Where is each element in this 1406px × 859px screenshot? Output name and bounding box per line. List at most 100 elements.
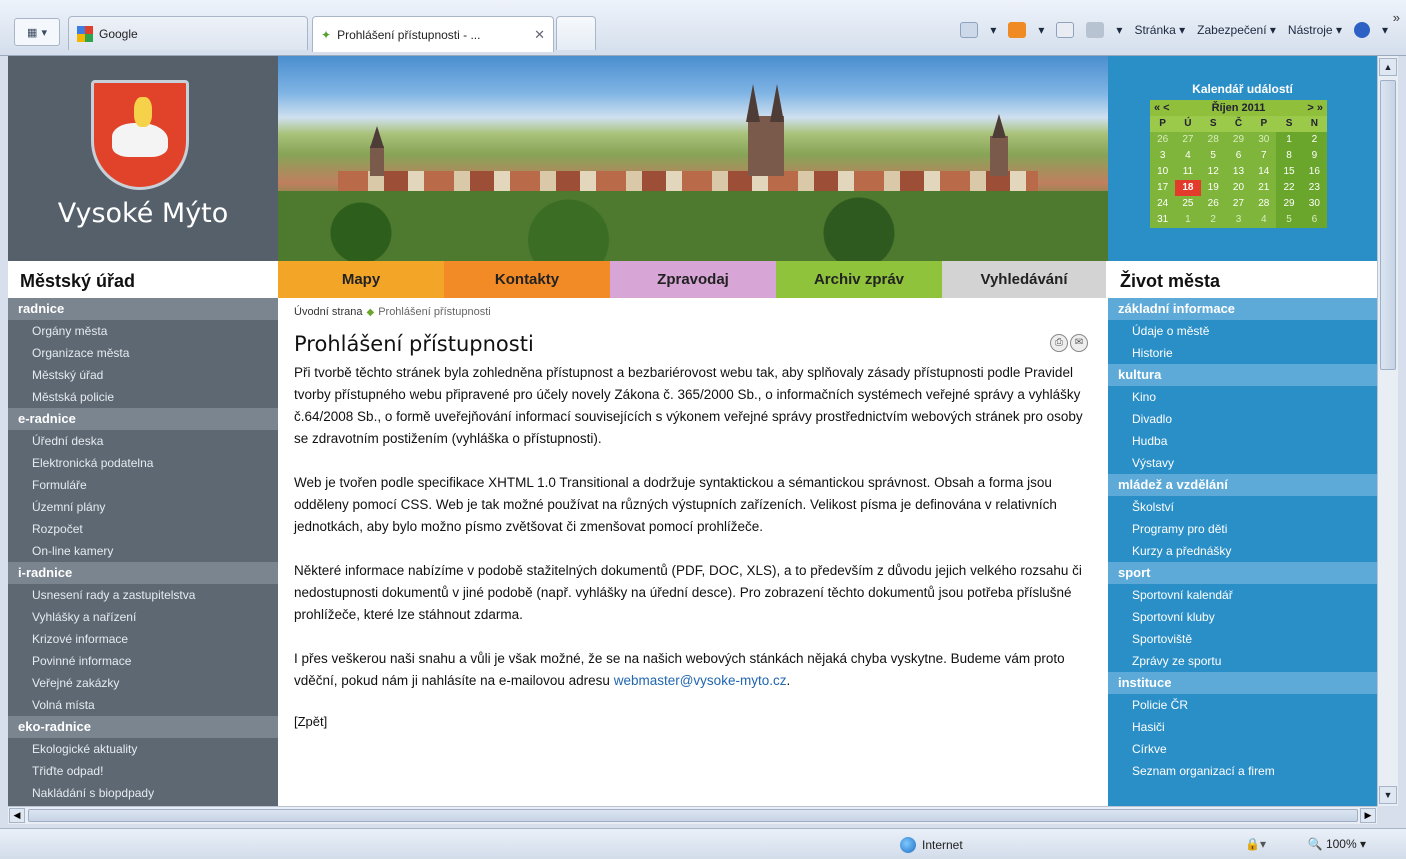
calendar-day[interactable]: 26 bbox=[1200, 196, 1226, 212]
calendar-day[interactable]: 26 bbox=[1150, 132, 1176, 148]
calendar-day[interactable]: 2 bbox=[1200, 212, 1226, 228]
menu-item[interactable]: Zprávy ze sportu bbox=[1108, 650, 1377, 672]
calendar-day[interactable]: 14 bbox=[1251, 164, 1277, 180]
scroll-right-icon[interactable]: ▶ bbox=[1360, 808, 1376, 823]
security-zone[interactable]: Internet bbox=[900, 837, 963, 853]
nav-item[interactable]: Mapy bbox=[278, 261, 444, 298]
calendar-day[interactable]: 27 bbox=[1175, 132, 1201, 148]
menu-item[interactable]: Programy pro děti bbox=[1108, 518, 1377, 540]
quick-tabs-button[interactable]: ▦ ▾ bbox=[14, 18, 60, 46]
menu-heading[interactable]: mládež a vzdělání bbox=[1108, 474, 1377, 496]
menu-heading[interactable]: instituce bbox=[1108, 672, 1377, 694]
menu-item[interactable]: Elektronická podatelna bbox=[8, 452, 278, 474]
calendar-day[interactable]: 30 bbox=[1251, 132, 1277, 148]
calendar-day[interactable]: 21 bbox=[1251, 180, 1277, 196]
calendar-day[interactable]: 22 bbox=[1276, 180, 1302, 196]
menu-heading[interactable]: základní informace bbox=[1108, 298, 1377, 320]
zoom-level[interactable]: 🔍 100% ▾ bbox=[1308, 837, 1366, 851]
menu-item[interactable]: Historie bbox=[1108, 342, 1377, 364]
vertical-scrollbar[interactable]: ▲ ▼ bbox=[1377, 56, 1398, 806]
back-link[interactable]: [Zpět] bbox=[294, 714, 1092, 729]
tools-menu[interactable]: Nástroje ▾ bbox=[1288, 23, 1342, 37]
chevron-down-icon[interactable]: ▾ bbox=[1038, 23, 1044, 37]
nav-item[interactable]: Vyhledávání bbox=[942, 261, 1106, 298]
chevron-down-icon[interactable]: ▾ bbox=[990, 23, 996, 37]
menu-heading[interactable]: i-radnice bbox=[8, 562, 278, 584]
menu-item[interactable]: Výstavy bbox=[1108, 452, 1377, 474]
menu-item[interactable]: Policie ČR bbox=[1108, 694, 1377, 716]
more-commands-icon[interactable]: » bbox=[1393, 10, 1400, 25]
email-icon[interactable]: ✉ bbox=[1070, 334, 1088, 352]
menu-item[interactable]: Volná místa bbox=[8, 694, 278, 716]
menu-item[interactable]: Kino bbox=[1108, 386, 1377, 408]
scroll-down-icon[interactable]: ▼ bbox=[1379, 786, 1397, 804]
feeds-icon[interactable] bbox=[1008, 22, 1027, 38]
calendar-day[interactable]: 3 bbox=[1225, 212, 1252, 228]
calendar-day[interactable]: 27 bbox=[1225, 196, 1252, 212]
chevron-down-icon[interactable]: ▾ bbox=[1116, 23, 1122, 37]
menu-heading[interactable]: eko-radnice bbox=[8, 716, 278, 738]
menu-item[interactable]: Městský úřad bbox=[8, 364, 278, 386]
menu-item[interactable]: Seznam organizací a firem bbox=[1108, 760, 1377, 782]
menu-heading[interactable]: sport bbox=[1108, 562, 1377, 584]
menu-item[interactable]: Školství bbox=[1108, 496, 1377, 518]
calendar-next[interactable]: > » bbox=[1307, 102, 1323, 114]
nav-item[interactable]: Zpravodaj bbox=[610, 261, 776, 298]
menu-item[interactable]: Povinné informace bbox=[8, 650, 278, 672]
scroll-thumb[interactable] bbox=[28, 809, 1358, 822]
menu-item[interactable]: Údaje o městě bbox=[1108, 320, 1377, 342]
nav-item[interactable]: Archiv zpráv bbox=[776, 261, 942, 298]
home-icon[interactable] bbox=[960, 22, 979, 38]
print-icon[interactable] bbox=[1086, 22, 1105, 38]
menu-item[interactable]: Divadlo bbox=[1108, 408, 1377, 430]
protected-mode-icon[interactable]: 🔒▾ bbox=[1245, 837, 1266, 851]
calendar-day[interactable]: 1 bbox=[1276, 132, 1302, 148]
breadcrumb-home[interactable]: Úvodní strana bbox=[294, 306, 362, 318]
scroll-up-icon[interactable]: ▲ bbox=[1379, 58, 1397, 76]
calendar-day[interactable]: 13 bbox=[1225, 164, 1252, 180]
calendar-day[interactable]: 10 bbox=[1150, 164, 1176, 180]
calendar-day[interactable]: 30 bbox=[1301, 196, 1327, 212]
calendar-day[interactable]: 5 bbox=[1276, 212, 1302, 228]
calendar-day[interactable]: 16 bbox=[1301, 164, 1327, 180]
horizontal-scrollbar[interactable]: ◀ ▶ bbox=[8, 806, 1377, 824]
menu-item[interactable]: On-line kamery bbox=[8, 540, 278, 562]
menu-item[interactable]: Územní plány bbox=[8, 496, 278, 518]
menu-item[interactable]: Městská policie bbox=[8, 386, 278, 408]
calendar-day[interactable]: 4 bbox=[1251, 212, 1277, 228]
menu-item[interactable]: Hasiči bbox=[1108, 716, 1377, 738]
calendar-day[interactable]: 15 bbox=[1276, 164, 1302, 180]
calendar-day[interactable]: 28 bbox=[1200, 132, 1226, 148]
site-logo[interactable]: Vysoké Mýto bbox=[8, 56, 278, 261]
menu-item[interactable]: Hudba bbox=[1108, 430, 1377, 452]
tab-active[interactable]: ✦ Prohlášení přístupnosti - ... ✕ bbox=[312, 16, 554, 52]
scroll-left-icon[interactable]: ◀ bbox=[9, 808, 25, 823]
tab-google[interactable]: Google bbox=[68, 16, 308, 50]
menu-item[interactable]: Sportovní kluby bbox=[1108, 606, 1377, 628]
email-link[interactable]: webmaster@vysoke-myto.cz bbox=[614, 673, 787, 688]
calendar-day[interactable]: 5 bbox=[1200, 148, 1226, 164]
calendar-day[interactable]: 2 bbox=[1301, 132, 1327, 148]
menu-item[interactable]: Ekologické aktuality bbox=[8, 738, 278, 760]
menu-item[interactable]: Třiďte odpad! bbox=[8, 760, 278, 782]
calendar-day[interactable]: 23 bbox=[1301, 180, 1327, 196]
menu-item[interactable]: Formuláře bbox=[8, 474, 278, 496]
menu-heading[interactable]: radnice bbox=[8, 298, 278, 320]
menu-item[interactable]: Sportovní kalendář bbox=[1108, 584, 1377, 606]
menu-item[interactable]: Úřední deska bbox=[8, 430, 278, 452]
calendar-day[interactable]: 25 bbox=[1175, 196, 1201, 212]
mail-icon[interactable] bbox=[1056, 22, 1075, 38]
nav-item[interactable]: Kontakty bbox=[444, 261, 610, 298]
calendar-day[interactable]: 28 bbox=[1251, 196, 1277, 212]
menu-item[interactable]: Kurzy a přednášky bbox=[1108, 540, 1377, 562]
menu-item[interactable]: Vyhlášky a nařízení bbox=[8, 606, 278, 628]
menu-item[interactable]: Rozpočet bbox=[8, 518, 278, 540]
menu-item[interactable]: Sportoviště bbox=[1108, 628, 1377, 650]
security-menu[interactable]: Zabezpečení ▾ bbox=[1197, 23, 1276, 37]
close-tab-icon[interactable]: ✕ bbox=[534, 27, 545, 43]
calendar-day[interactable]: 6 bbox=[1225, 148, 1252, 164]
page-menu[interactable]: Stránka ▾ bbox=[1134, 23, 1185, 37]
menu-item[interactable]: Usnesení rady a zastupitelstva bbox=[8, 584, 278, 606]
menu-item[interactable]: Orgány města bbox=[8, 320, 278, 342]
menu-item[interactable]: Nakládání s biopdpady bbox=[8, 782, 278, 804]
